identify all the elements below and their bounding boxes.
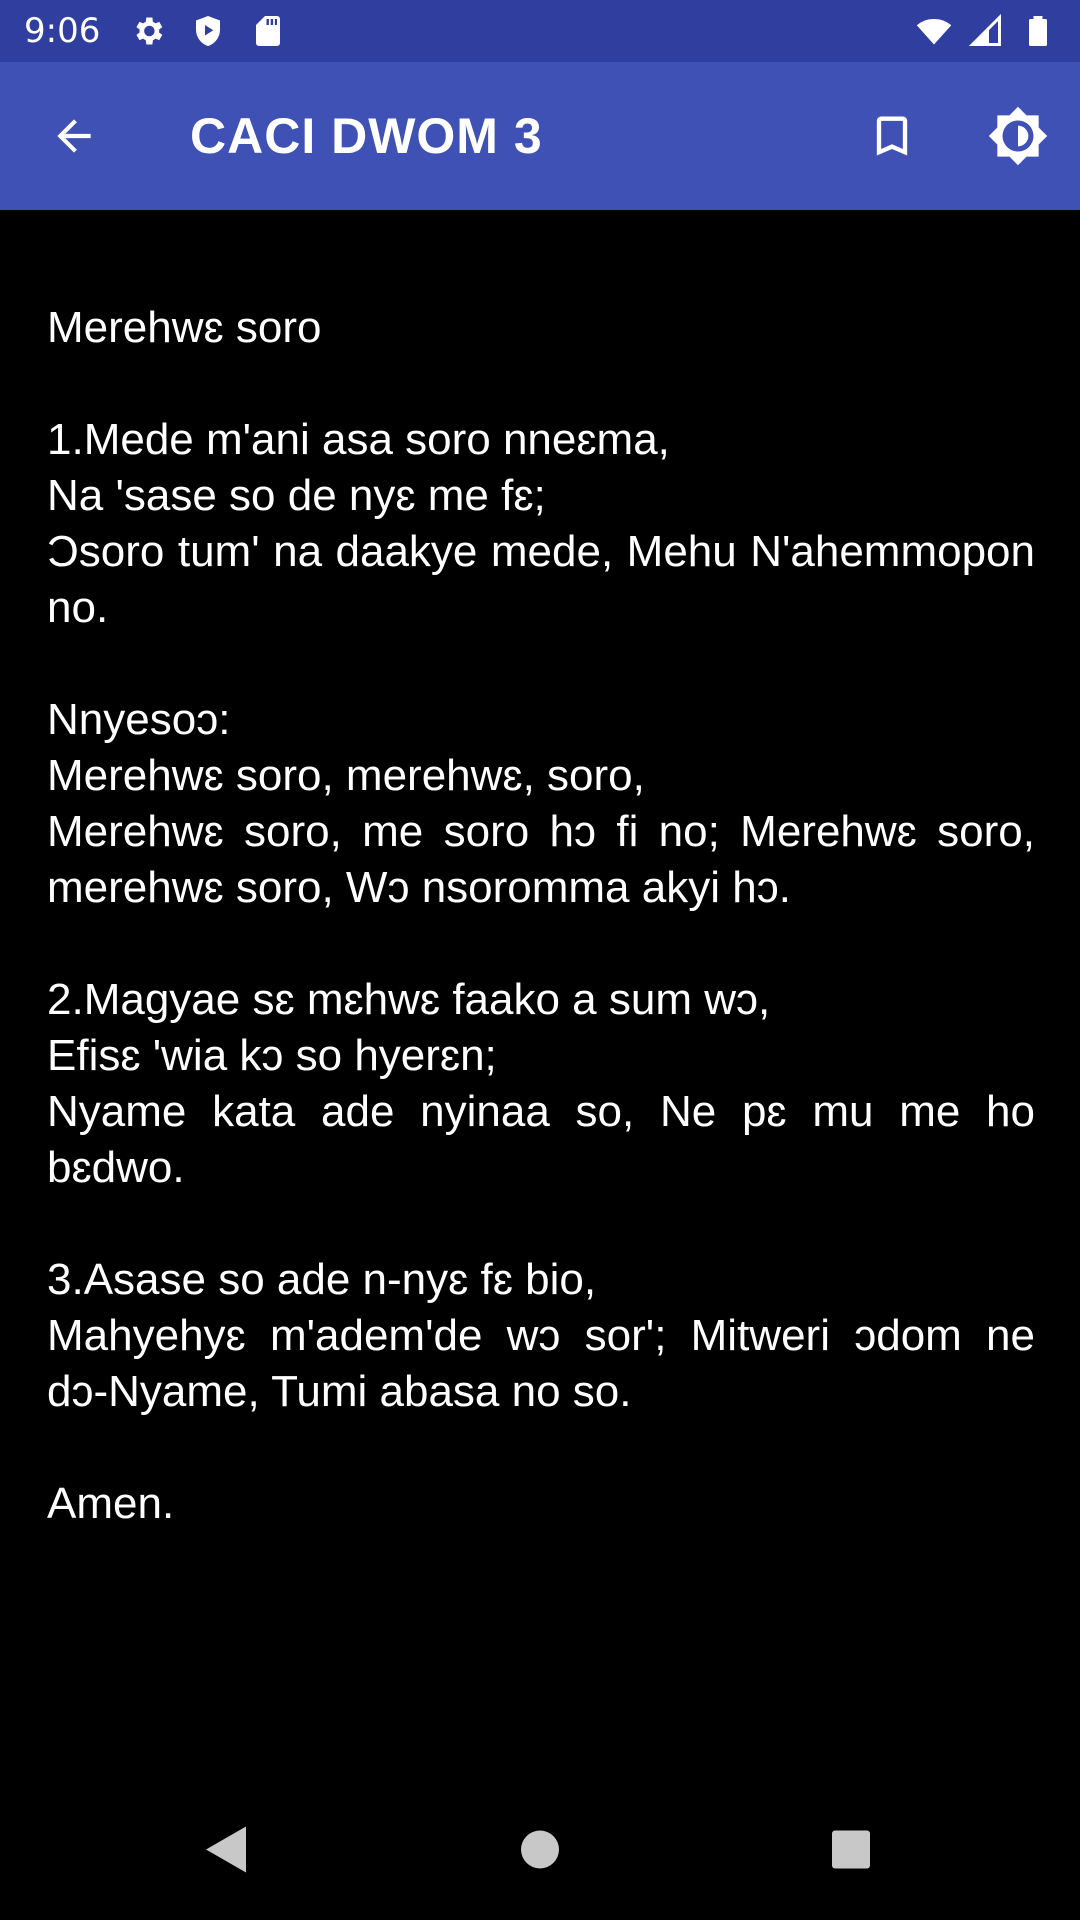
nav-recents-button[interactable] — [831, 1830, 871, 1875]
hymn-content: Merehwɛ soro 1.Mede m'ani asa soro nneɛm… — [47, 300, 1035, 1588]
verse-2-line-1: 2.Magyae sɛ mɛhwɛ faako a sum wɔ, — [47, 975, 771, 1024]
verse-2-line-2: Efisɛ 'wia kɔ so hyerɛn; — [47, 1031, 497, 1080]
verse-3: 3.Asase so ade n-nyɛ fɛ bio, Mahyehyɛ m'… — [47, 1252, 1035, 1420]
hymn-heading: Merehwɛ soro — [47, 303, 322, 352]
verse-3-line-2: Mahyehyɛ m'adem'de wɔ sor'; Mitweri ɔdom… — [47, 1311, 1035, 1416]
screen: 9:06 CACI DWOM 3 Merehwɛ soro 1.Mede m'a… — [0, 0, 1080, 1920]
verse-1: 1.Mede m'ani asa soro nneɛma, Na 'sase s… — [47, 412, 1035, 636]
arrow-back-icon — [57, 119, 91, 153]
nav-recents-icon — [832, 1830, 870, 1869]
page-title: CACI DWOM 3 — [190, 108, 543, 164]
chorus-line-1: Merehwɛ soro, merehwɛ, soro, — [47, 751, 645, 800]
signal-icon — [968, 13, 1001, 46]
nav-home-icon — [521, 1830, 559, 1869]
verse-3-line-1: 3.Asase so ade n-nyɛ fɛ bio, — [47, 1255, 597, 1304]
status-right-icons — [916, 13, 1056, 49]
app-bar: CACI DWOM 3 — [0, 62, 1080, 210]
status-bar: 9:06 — [0, 0, 1080, 62]
verse-2: 2.Magyae sɛ mɛhwɛ faako a sum wɔ, Efisɛ … — [47, 972, 1035, 1196]
verse-1-line-2: Na 'sase so de nyɛ me fɛ; — [47, 471, 546, 520]
chorus-line-2: Merehwɛ soro, me soro hɔ fi no; Merehwɛ … — [47, 807, 1035, 912]
wifi-icon — [916, 18, 952, 45]
status-time: 9:06 — [24, 11, 101, 51]
battery-icon — [1029, 16, 1047, 46]
sd-card-icon — [256, 16, 281, 46]
play-protect-icon — [196, 16, 221, 46]
bookmark-icon — [876, 116, 908, 156]
verse-1-line-3: Ɔsoro tum' na daakye mede, Mehu N'ahemmo… — [47, 527, 1035, 632]
gear-icon — [136, 17, 163, 45]
verse-1-line-1: 1.Mede m'ani asa soro nneɛma, — [47, 415, 670, 464]
nav-home-button[interactable] — [520, 1830, 560, 1875]
chorus-label: Nnyesoɔ: — [47, 695, 231, 744]
status-left-icons — [130, 13, 286, 49]
verse-2-line-3: Nyame kata ade nyinaa so, Ne pɛ mu me ho… — [47, 1087, 1035, 1192]
navigation-bar — [0, 1784, 1080, 1920]
brightness-icon — [988, 106, 1048, 166]
hymn-heading-block: Merehwɛ soro — [47, 300, 1035, 356]
nav-back-button[interactable] — [204, 1825, 248, 1880]
chorus: Nnyesoɔ: Merehwɛ soro, merehwɛ, soro, Me… — [47, 692, 1035, 916]
ending-block: Amen. — [47, 1476, 1035, 1532]
hymn-ending: Amen. — [47, 1479, 175, 1528]
nav-back-icon — [206, 1826, 246, 1873]
bookmark-button[interactable] — [864, 108, 920, 164]
brightness-button[interactable] — [986, 104, 1050, 168]
back-button[interactable] — [46, 108, 102, 164]
